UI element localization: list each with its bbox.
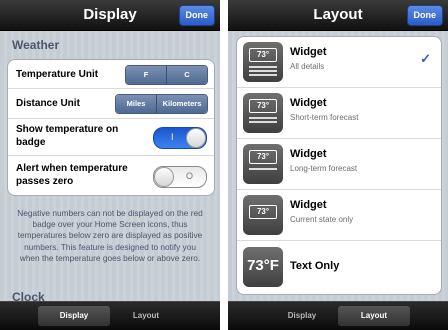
layout-option-subtitle: Current state only [290, 215, 354, 224]
distance-unit-label: Distance Unit [16, 98, 80, 109]
thumb-temp: 73° [249, 48, 277, 62]
layout-screen: Layout Done 73° Widget All details ✓ 73°… [228, 0, 448, 330]
widget-thumbnail-icon: 73° [243, 195, 283, 235]
tab-bar: Display Layout [0, 301, 220, 330]
layout-option-title: Text Only [290, 260, 340, 272]
temperature-unit-segmented-control[interactable]: F C [125, 65, 208, 85]
layout-option-text-only[interactable]: 73°F Text Only [237, 241, 441, 294]
nav-bar: Display Done [0, 0, 220, 31]
tab-display[interactable]: Display [266, 306, 338, 326]
layout-option-subtitle: Long-term forecast [290, 164, 358, 173]
layout-option-long-term[interactable]: 73° Widget Long-term forecast [237, 139, 441, 190]
tab-layout[interactable]: Layout [338, 306, 410, 326]
thumb-temp: 73° [249, 205, 277, 219]
widget-thumbnail-icon: 73° [243, 144, 283, 184]
temperature-unit-option-c[interactable]: C [166, 66, 207, 84]
layout-option-title: Widget [290, 148, 327, 160]
thumb-temp: 73° [249, 99, 277, 113]
show-badge-label-line1: Show temperature on [16, 124, 119, 135]
toggle-knob [154, 167, 174, 187]
layout-option-subtitle: Short-term forecast [290, 113, 359, 122]
thumb-lines [249, 117, 277, 123]
toggle-off-mark: O [185, 171, 193, 181]
layout-option-short-term[interactable]: 73° Widget Short-term forecast [237, 88, 441, 139]
widget-thumbnail-icon: 73° [243, 93, 283, 133]
layout-option-title: Widget [290, 199, 327, 211]
section-title-weather: Weather [12, 38, 60, 52]
thumb-temp: 73° [249, 150, 277, 164]
alert-zero-label-line2: passes zero [16, 176, 74, 187]
done-button[interactable]: Done [406, 5, 443, 26]
thumb-big-temp: 73°F [247, 257, 279, 274]
screen-divider [220, 0, 228, 330]
show-badge-label: Show temperature on badge [16, 123, 118, 149]
nav-bar: Layout Done [228, 0, 448, 31]
layout-option-all-details[interactable]: 73° Widget All details ✓ [237, 37, 441, 88]
layout-option-subtitle: All details [290, 62, 325, 71]
thumb-lines [249, 168, 277, 172]
temperature-unit-label: Temperature Unit [16, 69, 99, 80]
show-badge-label-line2: badge [16, 137, 46, 148]
temperature-unit-option-f[interactable]: F [126, 66, 166, 84]
tab-bar: Display Layout [228, 301, 448, 330]
layout-option-title: Widget [290, 97, 327, 109]
toggle-on-mark: I [171, 132, 174, 142]
text-only-thumbnail-icon: 73°F [243, 247, 283, 287]
distance-unit-segmented-control[interactable]: Miles Kilometers [115, 94, 208, 114]
layout-option-current-state[interactable]: 73° Widget Current state only [237, 190, 441, 241]
temperature-unit-row: Temperature Unit F C [8, 60, 214, 89]
alert-zero-label: Alert when temperature passes zero [16, 162, 128, 188]
weather-settings-group: Temperature Unit F C Distance Unit Miles… [7, 59, 215, 196]
tab-display[interactable]: Display [38, 306, 110, 326]
alert-zero-label-line1: Alert when temperature [16, 163, 128, 174]
distance-unit-option-miles[interactable]: Miles [116, 95, 156, 113]
distance-unit-row: Distance Unit Miles Kilometers [8, 89, 214, 119]
show-badge-row: Show temperature on badge I [8, 119, 214, 156]
negative-numbers-footnote: Negative numbers can not be displayed on… [17, 208, 203, 263]
layout-option-title: Widget [290, 46, 327, 58]
tab-layout[interactable]: Layout [110, 306, 182, 326]
show-badge-toggle[interactable]: I [153, 127, 207, 149]
display-screen: Display Done Weather Temperature Unit F … [0, 0, 220, 330]
widget-thumbnail-icon: 73° [243, 42, 283, 82]
layout-options-list: 73° Widget All details ✓ 73° Widget Shor… [236, 36, 442, 295]
alert-zero-toggle[interactable]: O [153, 166, 207, 188]
distance-unit-option-kilometers[interactable]: Kilometers [156, 95, 207, 113]
toggle-knob [186, 128, 206, 148]
done-button[interactable]: Done [178, 5, 215, 26]
alert-zero-row: Alert when temperature passes zero O [8, 156, 214, 195]
thumb-lines [249, 66, 277, 76]
checkmark-icon: ✓ [420, 51, 431, 66]
